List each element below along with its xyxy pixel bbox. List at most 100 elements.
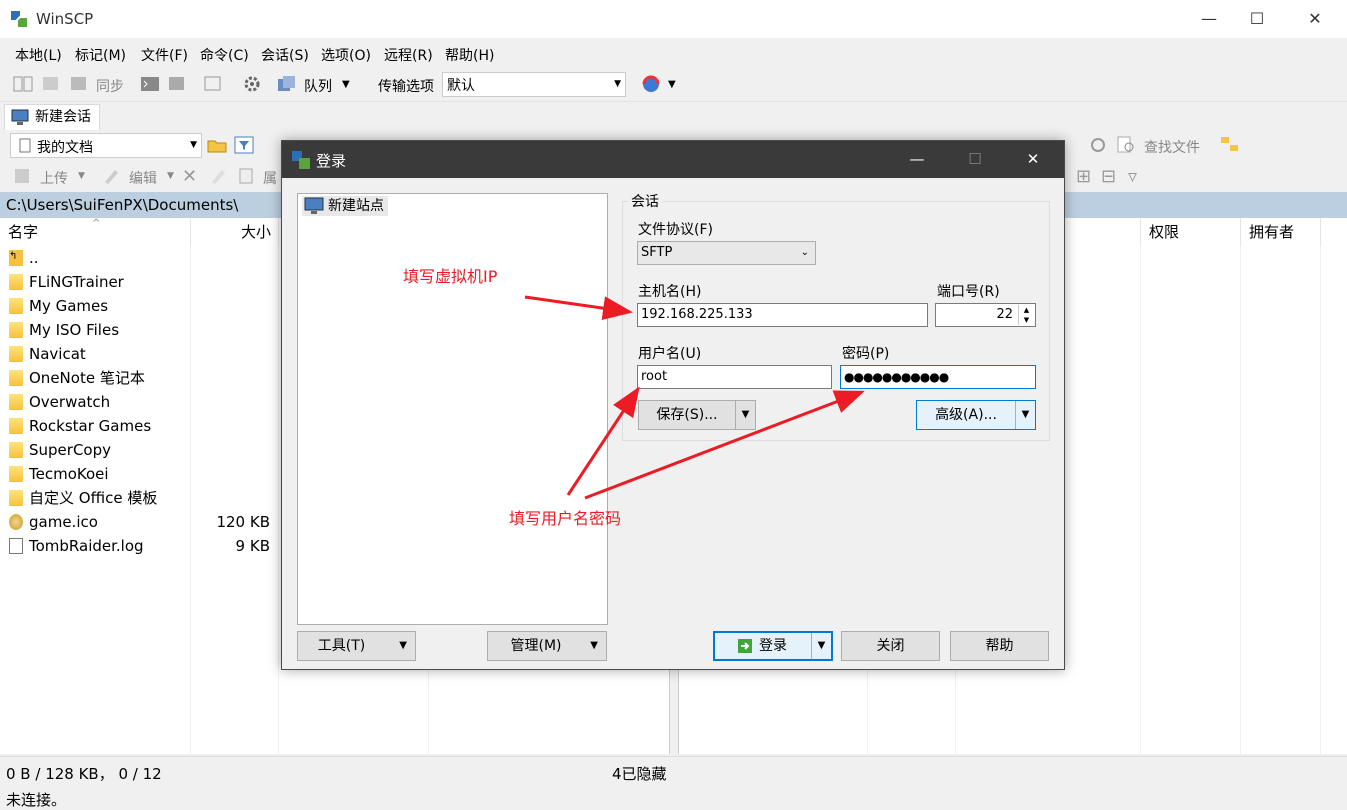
edit-dropdown-icon[interactable]: ▼ [167, 171, 174, 181]
site-item-new[interactable]: 新建站点 [302, 196, 388, 216]
compare-dirs-icon[interactable] [12, 74, 34, 94]
column-divider [1240, 246, 1241, 754]
chevron-down-icon: ▼ [590, 640, 598, 651]
chevron-down-icon: ▼ [399, 640, 407, 651]
sync-icon[interactable] [68, 74, 90, 94]
file-name: My Games [29, 297, 109, 315]
chevron-down-icon: ▼ [614, 79, 621, 89]
add-icon[interactable]: ⊞ [1076, 166, 1091, 187]
menu-remote[interactable]: 远程(R) [384, 45, 433, 65]
tree-icon[interactable] [1219, 135, 1241, 155]
menu-local[interactable]: 本地(L) [15, 45, 62, 65]
queue-dropdown-icon[interactable]: ▼ [342, 79, 350, 90]
dialog-close-button[interactable]: ✕ [1004, 141, 1062, 178]
port-label: 端口号(R) [937, 284, 1000, 300]
chevron-down-icon: ▼ [190, 140, 197, 150]
column-size[interactable]: 大小 [191, 218, 279, 246]
edit-icon[interactable] [101, 166, 123, 186]
file-name: Rockstar Games [29, 417, 152, 435]
annotation-user-pass: 填写用户名密码 [509, 509, 622, 528]
menu-command[interactable]: 命令(C) [200, 45, 249, 65]
queue-label[interactable]: 队列 [304, 76, 332, 96]
password-input[interactable]: ●●●●●●●●●●● [840, 365, 1036, 389]
menu-options[interactable]: 选项(O) [321, 45, 371, 65]
protocol-select[interactable]: SFTP ⌄ [637, 241, 816, 265]
gear-icon[interactable] [241, 74, 263, 94]
file-name: FLiNGTrainer [29, 273, 124, 291]
connection-status: 未连接。 [6, 791, 67, 809]
transfer-settings-select[interactable]: 默认 ▼ [442, 72, 626, 97]
advanced-dropdown-icon[interactable]: ▼ [1015, 401, 1035, 429]
session-group-title: 会话 [628, 191, 662, 211]
properties-label[interactable]: 属 [263, 168, 277, 188]
file-name: Navicat [29, 345, 86, 363]
find-files-label[interactable]: 查找文件 [1144, 137, 1200, 157]
properties-icon[interactable] [236, 166, 258, 186]
port-spinner[interactable]: ▲ ▼ [1018, 305, 1034, 325]
save-dropdown-icon[interactable]: ▼ [735, 401, 755, 429]
globe-dropdown-icon[interactable]: ▼ [668, 79, 676, 90]
open-folder-icon[interactable] [206, 135, 228, 155]
menu-mark[interactable]: 标记(M) [75, 45, 126, 65]
local-location-value: 我的文档 [37, 140, 93, 156]
column-owner[interactable]: 拥有者 [1241, 218, 1321, 246]
tab-new-session[interactable]: 新建会话 [4, 104, 100, 130]
column-perms[interactable]: 权限 [1141, 218, 1241, 246]
dialog-minimize-button[interactable]: — [888, 141, 946, 178]
chevron-down-icon: ⌄ [800, 247, 809, 258]
menu-file[interactable]: 文件(F) [141, 45, 188, 65]
find-files-icon[interactable] [1115, 135, 1137, 155]
upload-label[interactable]: 上传 [40, 168, 68, 188]
putty-icon[interactable] [166, 74, 188, 94]
sort-asc-icon: ^ [92, 218, 101, 229]
upload-icon[interactable] [12, 166, 34, 186]
save-button-label: 保存(S)... [656, 407, 718, 423]
login-button[interactable]: 登录 ▼ [713, 631, 833, 661]
site-list[interactable]: 新建站点 [297, 193, 608, 625]
upload-dropdown-icon[interactable]: ▼ [78, 171, 85, 181]
minimize-button[interactable]: — [1186, 0, 1232, 38]
status-bar: 0 B / 128 KB， 0 / 12 4已隐藏 未连接。 [0, 756, 1347, 810]
reconnect-globe-icon[interactable] [640, 74, 662, 94]
sync-browse-icon[interactable] [40, 74, 62, 94]
file-name: game.ico [29, 513, 98, 531]
password-label: 密码(P) [842, 346, 890, 362]
user-input[interactable]: root [637, 365, 832, 389]
folder-icon [9, 274, 23, 290]
local-location-select[interactable]: 我的文档 ▼ [10, 133, 202, 158]
refresh-icon[interactable] [1087, 135, 1109, 155]
maximize-button[interactable]: ☐ [1234, 0, 1280, 38]
tools-button[interactable]: 工具(T) ▼ [297, 631, 416, 661]
manage-button[interactable]: 管理(M) ▼ [487, 631, 607, 661]
annotation-ip: 填写虚拟机IP [403, 267, 498, 286]
filter-icon[interactable] [233, 135, 255, 155]
transfer-options-label: 传输选项 [378, 79, 434, 95]
help-button[interactable]: 帮助 [950, 631, 1049, 661]
window-titlebar: WinSCP — ☐ ✕ [0, 0, 1347, 38]
rename-icon[interactable] [208, 166, 230, 186]
close-dialog-button[interactable]: 关闭 [841, 631, 940, 661]
preferences-window-icon[interactable] [202, 74, 224, 94]
edit-label[interactable]: 编辑 [129, 168, 157, 188]
file-name: SuperCopy [29, 441, 111, 459]
save-button[interactable]: 保存(S)... ▼ [638, 400, 756, 430]
terminal-icon[interactable] [139, 74, 161, 94]
folder-icon [9, 298, 23, 314]
login-dropdown-icon[interactable]: ▼ [811, 633, 831, 659]
sync-label[interactable]: 同步 [96, 76, 124, 96]
queue-icon[interactable] [276, 74, 298, 94]
transfer-settings-value: 默认 [447, 78, 475, 94]
column-divider [1140, 246, 1141, 754]
host-input[interactable]: 192.168.225.133 [637, 303, 928, 327]
delete-icon[interactable]: ✕ [182, 166, 197, 187]
menu-session[interactable]: 会话(S) [261, 45, 309, 65]
remove-icon[interactable]: ⊟ [1101, 166, 1116, 187]
menu-help[interactable]: 帮助(H) [445, 45, 494, 65]
host-label: 主机名(H) [638, 284, 702, 300]
filter-down-icon[interactable]: ▿ [1128, 166, 1137, 187]
file-name: My ISO Files [29, 321, 120, 339]
advanced-button[interactable]: 高级(A)... ▼ [916, 400, 1036, 430]
close-button[interactable]: ✕ [1292, 0, 1338, 38]
dialog-maximize-button: ☐ [968, 150, 982, 168]
column-name[interactable]: 名字 ^ [0, 218, 191, 246]
